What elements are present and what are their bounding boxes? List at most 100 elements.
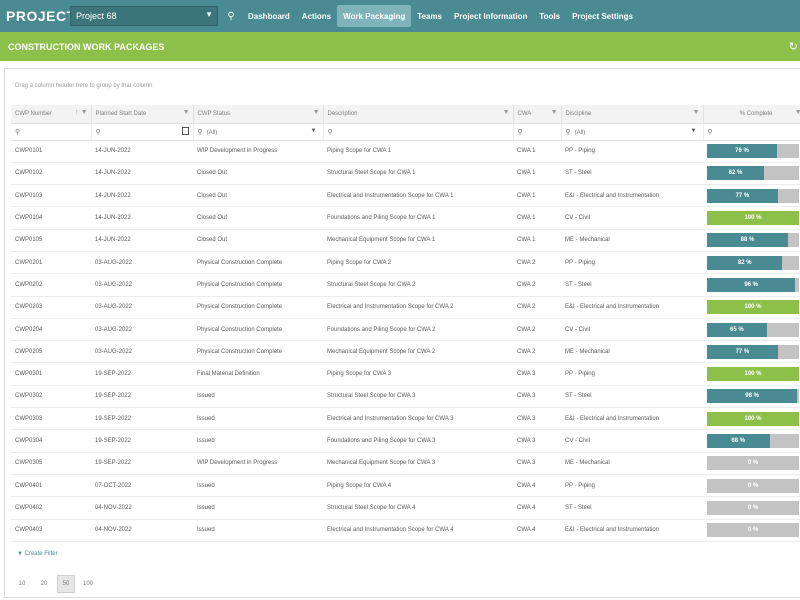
project-select[interactable]: Project 68 ▼ bbox=[70, 6, 218, 26]
filter-planned-start-date[interactable]: ⚲ bbox=[91, 123, 194, 141]
filter-cwp-status[interactable]: ⚲ (All) ▼ bbox=[193, 123, 324, 141]
progress-bar: 65 % bbox=[707, 322, 799, 337]
table-row[interactable]: CWP0303 19-SEP-2022 Issued Electrical and I… bbox=[11, 407, 800, 431]
page-size-selector: 10 20 50 100 bbox=[13, 575, 97, 593]
nav-work-packaging[interactable]: Work Packaging bbox=[337, 5, 412, 27]
table-row[interactable]: CWP0305 19-SEP-2022 WIP Development in Pro… bbox=[11, 452, 800, 475]
page-size-option[interactable]: 20 bbox=[35, 575, 53, 593]
progress-bar: 82 % bbox=[707, 255, 799, 270]
table-row[interactable]: CWP0103 14-JUN-2022 Closed Out Electrical a… bbox=[11, 184, 800, 208]
page-size-option[interactable]: 10 bbox=[13, 575, 31, 593]
search-icon: ⚲ bbox=[327, 128, 333, 136]
table-row[interactable]: CWP0101 14-JUN-2022 WIP Development in Pro… bbox=[11, 140, 800, 163]
filter-icon[interactable]: ▼ bbox=[313, 109, 320, 116]
cell-cwp-number: CWP0202 bbox=[11, 273, 91, 297]
progress-bar-label: 76 % bbox=[735, 148, 749, 155]
column-header-cwa[interactable]: CWA ▼ bbox=[513, 105, 562, 124]
column-header-percent-complete[interactable]: % Complete ▼ bbox=[703, 105, 800, 124]
nav-teams[interactable]: Teams bbox=[411, 5, 448, 27]
cell-cwp-status: Physical Construction Complete bbox=[193, 318, 323, 342]
cell-cwa: CWA 3 bbox=[513, 452, 561, 475]
nav-project-information[interactable]: Project Information bbox=[448, 5, 533, 27]
table-row[interactable]: CWP0304 19-SEP-2022 Issued Foundations and … bbox=[11, 429, 800, 453]
page-size-option[interactable]: 100 bbox=[79, 575, 97, 593]
app-brand[interactable]: PROJECTS bbox=[6, 8, 85, 24]
cell-cwp-number: CWP0305 bbox=[11, 452, 91, 475]
filter-description[interactable]: ⚲ bbox=[323, 123, 514, 141]
nav-project-settings[interactable]: Project Settings bbox=[566, 5, 639, 27]
progress-bar-label: 77 % bbox=[735, 348, 750, 355]
chevron-down-icon[interactable]: ▼ bbox=[691, 128, 697, 134]
table-row[interactable]: CWP0201 03-AUG-2022 Physical Construction … bbox=[11, 251, 800, 275]
cell-percent-complete: 0 % bbox=[703, 474, 800, 498]
nav-tools[interactable]: Tools bbox=[533, 5, 566, 27]
create-filter-link[interactable]: ▼ Create Filter bbox=[17, 551, 58, 557]
cell-discipline: ST - Steel bbox=[561, 273, 703, 297]
column-header-label: CWA bbox=[517, 110, 532, 117]
cell-cwp-number: CWP0303 bbox=[11, 407, 91, 431]
progress-bar-label: 0 % bbox=[747, 504, 759, 511]
cell-cwp-status: WIP Development in Progress bbox=[193, 140, 323, 163]
filter-icon[interactable]: ▼ bbox=[503, 109, 510, 116]
cell-percent-complete: 100 % bbox=[703, 362, 800, 386]
progress-bar: 76 % bbox=[707, 144, 799, 159]
nav-actions[interactable]: Actions bbox=[296, 5, 337, 27]
chevron-down-icon[interactable]: ▼ bbox=[311, 128, 317, 134]
refresh-icon[interactable]: ↻ bbox=[789, 40, 798, 53]
progress-bar: 98 % bbox=[707, 389, 799, 404]
table-row[interactable]: CWP0302 19-SEP-2022 Issued Structural Steel… bbox=[11, 385, 800, 409]
table-row[interactable]: CWP0403 04-NOV-2022 Issued Electrical and I… bbox=[11, 519, 800, 542]
filter-icon[interactable]: ▼ bbox=[693, 109, 700, 116]
table-row[interactable]: CWP0204 03-AUG-2022 Physical Construction … bbox=[11, 318, 800, 342]
filter-icon[interactable]: ▼ bbox=[81, 109, 88, 116]
cell-percent-complete: 96 % bbox=[703, 273, 800, 297]
filter-cwp-number[interactable]: ⚲ bbox=[11, 123, 92, 141]
column-header-label: Planned Start Date bbox=[95, 110, 147, 117]
cell-description: Piping Scope for CWA 1 bbox=[323, 140, 513, 163]
filter-icon[interactable]: ▼ bbox=[551, 109, 558, 116]
progress-bar-label: 0 % bbox=[747, 460, 759, 467]
cell-percent-complete: 100 % bbox=[703, 407, 800, 431]
cell-cwa: CWA 2 bbox=[513, 318, 561, 342]
table-row[interactable]: CWP0203 03-AUG-2022 Physical Construction … bbox=[11, 296, 800, 319]
cell-description: Electrical and Instrumentation Scope for… bbox=[323, 296, 513, 319]
column-header-cwp-number[interactable]: CWP Number ↑ ▼ bbox=[11, 105, 92, 124]
nav-dashboard[interactable]: Dashboard bbox=[242, 5, 296, 27]
cell-cwp-number: CWP0302 bbox=[11, 385, 91, 409]
filter-cwa[interactable]: ⚲ bbox=[513, 123, 562, 141]
filter-icon[interactable]: ▼ bbox=[183, 109, 190, 116]
table-row[interactable]: CWP0202 03-AUG-2022 Physical Construction … bbox=[11, 273, 800, 297]
calendar-icon[interactable] bbox=[181, 126, 189, 135]
progress-bar-label: 100 % bbox=[744, 215, 762, 222]
progress-bar: 77 % bbox=[707, 188, 799, 203]
cell-description: Electrical and Instrumentation Scope for… bbox=[323, 519, 513, 542]
column-header-planned-start-date[interactable]: Planned Start Date ▼ bbox=[91, 105, 194, 124]
table-row[interactable]: CWP0104 14-JUN-2022 Closed Out Foundations … bbox=[11, 206, 800, 230]
column-header-discipline[interactable]: Discipline ▼ bbox=[561, 105, 704, 124]
progress-bar-label: 100 % bbox=[744, 371, 762, 378]
cell-cwp-status: Issued bbox=[193, 474, 323, 498]
table-row[interactable]: CWP0401 07-OCT-2022 Issued Piping Scope for… bbox=[11, 474, 800, 498]
filter-discipline-value: (All) bbox=[574, 129, 586, 136]
page-size-option-selected[interactable]: 50 bbox=[57, 575, 75, 593]
search-icon[interactable]: ⚲ bbox=[222, 6, 240, 26]
filter-percent-complete[interactable]: ⚲ bbox=[703, 123, 800, 141]
filter-discipline[interactable]: ⚲ (All) ▼ bbox=[561, 123, 704, 141]
create-filter-label: Create Filter bbox=[24, 551, 58, 557]
table-row[interactable]: CWP0102 14-JUN-2022 Closed Out Structural S… bbox=[11, 162, 800, 186]
filter-icon[interactable]: ▼ bbox=[795, 109, 800, 116]
sort-icon[interactable]: ↑ bbox=[75, 109, 79, 116]
column-header-description[interactable]: Description ▼ bbox=[323, 105, 514, 124]
cell-description: Electrical and Instrumentation Scope for… bbox=[323, 407, 513, 431]
cell-cwa: CWA 4 bbox=[513, 496, 561, 520]
filter-status-value: (All) bbox=[206, 129, 218, 136]
table-row[interactable]: CWP0205 03-AUG-2022 Physical Construction … bbox=[11, 340, 800, 364]
table-row[interactable]: CWP0301 19-SEP-2022 Final Material Definit… bbox=[11, 362, 800, 386]
cell-discipline: E&I - Electrical and Instrumentation bbox=[561, 407, 703, 431]
cell-cwa: CWA 2 bbox=[513, 296, 561, 319]
cell-cwp-number: CWP0105 bbox=[11, 229, 91, 252]
table-row[interactable]: CWP0105 14-JUN-2022 Closed Out Mechanical E… bbox=[11, 229, 800, 252]
column-header-cwp-status[interactable]: CWP Status ▼ bbox=[193, 105, 324, 124]
cell-planned-start-date: 19-SEP-2022 bbox=[91, 385, 193, 409]
table-row[interactable]: CWP0402 04-NOV-2022 Issued Structural Steel… bbox=[11, 496, 800, 520]
